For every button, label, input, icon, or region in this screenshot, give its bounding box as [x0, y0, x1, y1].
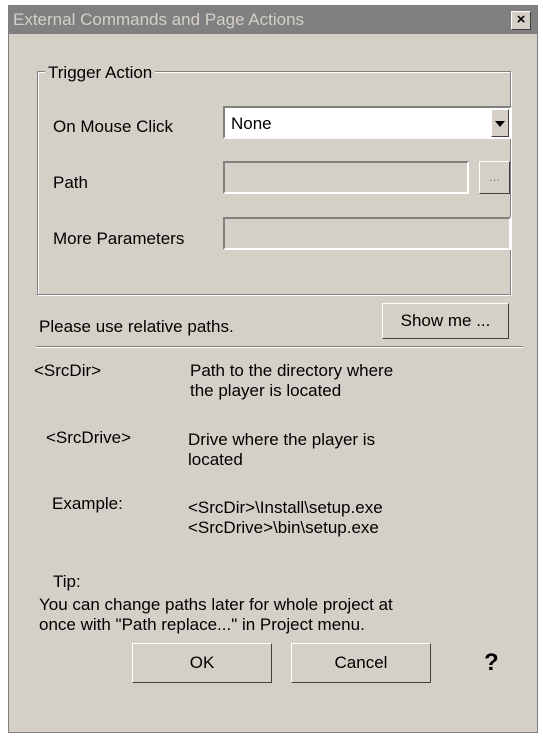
more-parameters-label: More Parameters	[53, 229, 185, 248]
path-input[interactable]	[223, 161, 469, 194]
title-bar: External Commands and Page Actions ×	[9, 6, 537, 34]
dialog-window: External Commands and Page Actions × Tri…	[8, 5, 538, 733]
browse-button[interactable]: ...	[479, 161, 510, 194]
trigger-action-legend: Trigger Action	[45, 63, 156, 83]
mouse-click-select[interactable]: None	[223, 106, 512, 139]
srcdrive-description: Drive where the player is located	[188, 430, 376, 469]
separator	[36, 346, 523, 348]
ok-button[interactable]: OK	[132, 643, 272, 683]
example-key: Example:	[52, 494, 123, 513]
mouse-click-label: On Mouse Click	[53, 117, 173, 136]
srcdir-key: <SrcDir>	[34, 361, 102, 380]
more-parameters-input[interactable]	[223, 217, 511, 250]
chevron-down-icon[interactable]	[491, 109, 509, 137]
path-label: Path	[53, 173, 88, 192]
cancel-button[interactable]: Cancel	[291, 643, 431, 683]
show-me-button[interactable]: Show me ...	[382, 303, 509, 339]
window-title: External Commands and Page Actions	[13, 10, 305, 29]
example-paths: <SrcDir>\Install\setup.exe <SrcDrive>\bi…	[188, 498, 383, 537]
tip-text: You can change paths later for whole pro…	[39, 595, 393, 634]
srcdir-description: Path to the directory where the player i…	[190, 361, 394, 400]
help-icon[interactable]: ?	[484, 649, 499, 677]
srcdrive-key: <SrcDrive>	[46, 428, 132, 447]
close-icon[interactable]: ×	[511, 11, 531, 30]
mouse-click-value: None	[231, 114, 272, 133]
relative-paths-hint: Please use relative paths.	[39, 317, 234, 336]
tip-title: Tip:	[53, 572, 81, 591]
